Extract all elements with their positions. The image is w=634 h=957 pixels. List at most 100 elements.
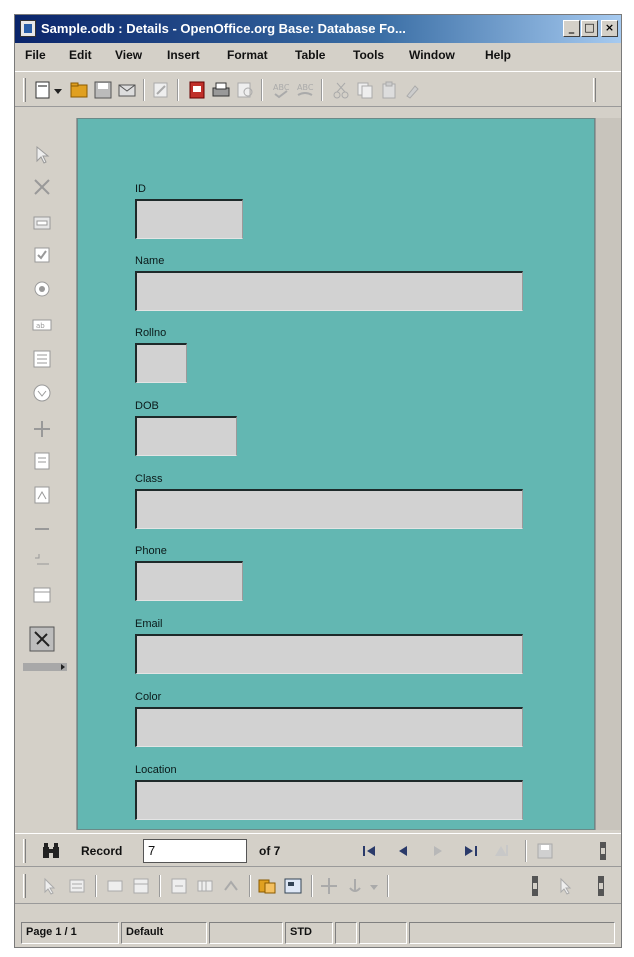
field-input-rollno[interactable] [135, 343, 187, 383]
field-label-color: Color [135, 691, 162, 703]
first-record-icon[interactable] [359, 841, 379, 861]
radio-icon[interactable] [31, 278, 53, 300]
title-bar: Sample.odb : Details - OpenOffice.org Ba… [15, 15, 621, 43]
menu-edit[interactable]: Edit [69, 48, 92, 62]
field-input-phone[interactable] [135, 561, 243, 601]
status-zoom [209, 922, 283, 944]
record-number-input[interactable]: 7 [143, 839, 247, 863]
previous-record-icon[interactable] [393, 841, 413, 861]
position-size-icon[interactable] [319, 876, 339, 896]
field-input-email[interactable] [135, 634, 523, 674]
spellcheck-icon[interactable]: ABC [271, 80, 291, 100]
field-input-id[interactable] [135, 199, 243, 239]
save-icon[interactable] [93, 80, 113, 100]
status-signature [359, 922, 407, 944]
status-bar: Page 1 / 1 Default STD [15, 919, 621, 947]
field-label-phone: Phone [135, 545, 167, 557]
field-input-location[interactable] [135, 780, 523, 820]
menu-view[interactable]: View [115, 48, 142, 62]
menu-tools[interactable]: Tools [353, 48, 384, 62]
format-paintbrush-icon[interactable] [403, 80, 423, 100]
field-input-class[interactable] [135, 489, 523, 529]
field-input-color[interactable] [135, 707, 523, 747]
design-mode-icon[interactable] [29, 626, 55, 652]
toolbar-expand-arrow-icon[interactable] [23, 662, 67, 672]
toolbar-grip[interactable] [23, 874, 26, 898]
status-info [409, 922, 615, 944]
print-preview-icon[interactable] [235, 80, 255, 100]
select-icon[interactable] [39, 876, 59, 896]
tab-order-icon[interactable] [169, 876, 189, 896]
print-icon[interactable] [211, 80, 231, 100]
design-mode-icon[interactable] [283, 876, 303, 896]
field-label-location: Location [135, 764, 177, 776]
field-label-id: ID [135, 183, 146, 195]
menu-bar: File Edit View Insert Format Table Tools… [15, 45, 621, 67]
cut-icon[interactable] [331, 80, 351, 100]
new-document-icon[interactable] [33, 80, 53, 100]
dropdown-arrow-icon[interactable] [369, 876, 379, 896]
email-icon[interactable] [117, 80, 137, 100]
copy-icon[interactable] [355, 80, 375, 100]
window-title: Sample.odb : Details - OpenOffice.org Ba… [41, 21, 406, 36]
save-record-icon[interactable] [535, 841, 555, 861]
combo-box-icon[interactable] [31, 382, 53, 404]
menu-file[interactable]: File [25, 48, 46, 62]
new-record-icon[interactable] [491, 841, 511, 861]
vertical-scrollbar[interactable] [595, 118, 621, 830]
toolbar-grip[interactable] [23, 839, 26, 863]
anchor-icon[interactable] [345, 876, 365, 896]
find-record-icon[interactable] [41, 841, 61, 861]
toolbar-separator [159, 875, 161, 897]
form-design-toolbar [15, 868, 621, 904]
control-properties-icon[interactable] [105, 876, 125, 896]
open-folder-icon[interactable] [69, 80, 89, 100]
autospellcheck-icon[interactable]: ABC [295, 80, 315, 100]
image-button-icon[interactable] [31, 450, 53, 472]
toolbar-grip[interactable] [23, 78, 26, 102]
maximize-button[interactable]: □ [581, 20, 598, 37]
minimize-button[interactable]: _ [563, 20, 580, 37]
menu-table[interactable]: Table [295, 48, 325, 62]
form-design-icon[interactable] [31, 212, 53, 234]
select-icon[interactable] [555, 876, 575, 896]
menu-window[interactable]: Window [409, 48, 455, 62]
status-modified [335, 922, 357, 944]
form-properties-icon[interactable] [67, 876, 87, 896]
toolbar-separator [95, 875, 97, 897]
field-input-name[interactable] [135, 271, 523, 311]
paste-icon[interactable] [379, 80, 399, 100]
form-controls-toolbar: ab [15, 118, 77, 830]
menu-insert[interactable]: Insert [167, 48, 200, 62]
close-button[interactable]: × [601, 20, 618, 37]
group-box-icon[interactable] [31, 518, 53, 540]
add-field-icon[interactable] [195, 876, 215, 896]
navigator-icon[interactable] [31, 584, 53, 606]
form-design-icon[interactable] [131, 876, 151, 896]
last-record-icon[interactable] [461, 841, 481, 861]
select-icon[interactable] [31, 144, 53, 166]
record-count: of 7 [259, 844, 281, 858]
export-pdf-icon[interactable] [187, 80, 207, 100]
control-wizard-icon[interactable] [31, 176, 53, 198]
toolbar-options-icon[interactable] [527, 874, 543, 898]
menu-help[interactable]: Help [485, 48, 511, 62]
list-box-icon[interactable] [31, 348, 53, 370]
toolbar-separator [261, 79, 263, 101]
form-canvas: ID Name Rollno DOB Class Phone Email Col… [77, 118, 595, 830]
toolbar-options-icon[interactable] [593, 874, 609, 898]
label-icon[interactable] [31, 484, 53, 506]
form-navigator-icon[interactable] [257, 876, 277, 896]
edit-file-icon[interactable] [151, 80, 171, 100]
next-record-icon[interactable] [427, 841, 447, 861]
text-box-icon[interactable]: ab [31, 314, 53, 336]
menu-format[interactable]: Format [227, 48, 268, 62]
activation-order-icon[interactable] [221, 876, 241, 896]
more-controls-icon[interactable] [31, 550, 53, 572]
field-input-dob[interactable] [135, 416, 237, 456]
toolbar-end-grip[interactable] [593, 78, 596, 102]
toolbar-options-icon[interactable] [595, 840, 611, 862]
dropdown-arrow-icon[interactable] [53, 80, 63, 100]
push-button-icon[interactable] [31, 418, 53, 440]
checkbox-icon[interactable] [31, 244, 53, 266]
